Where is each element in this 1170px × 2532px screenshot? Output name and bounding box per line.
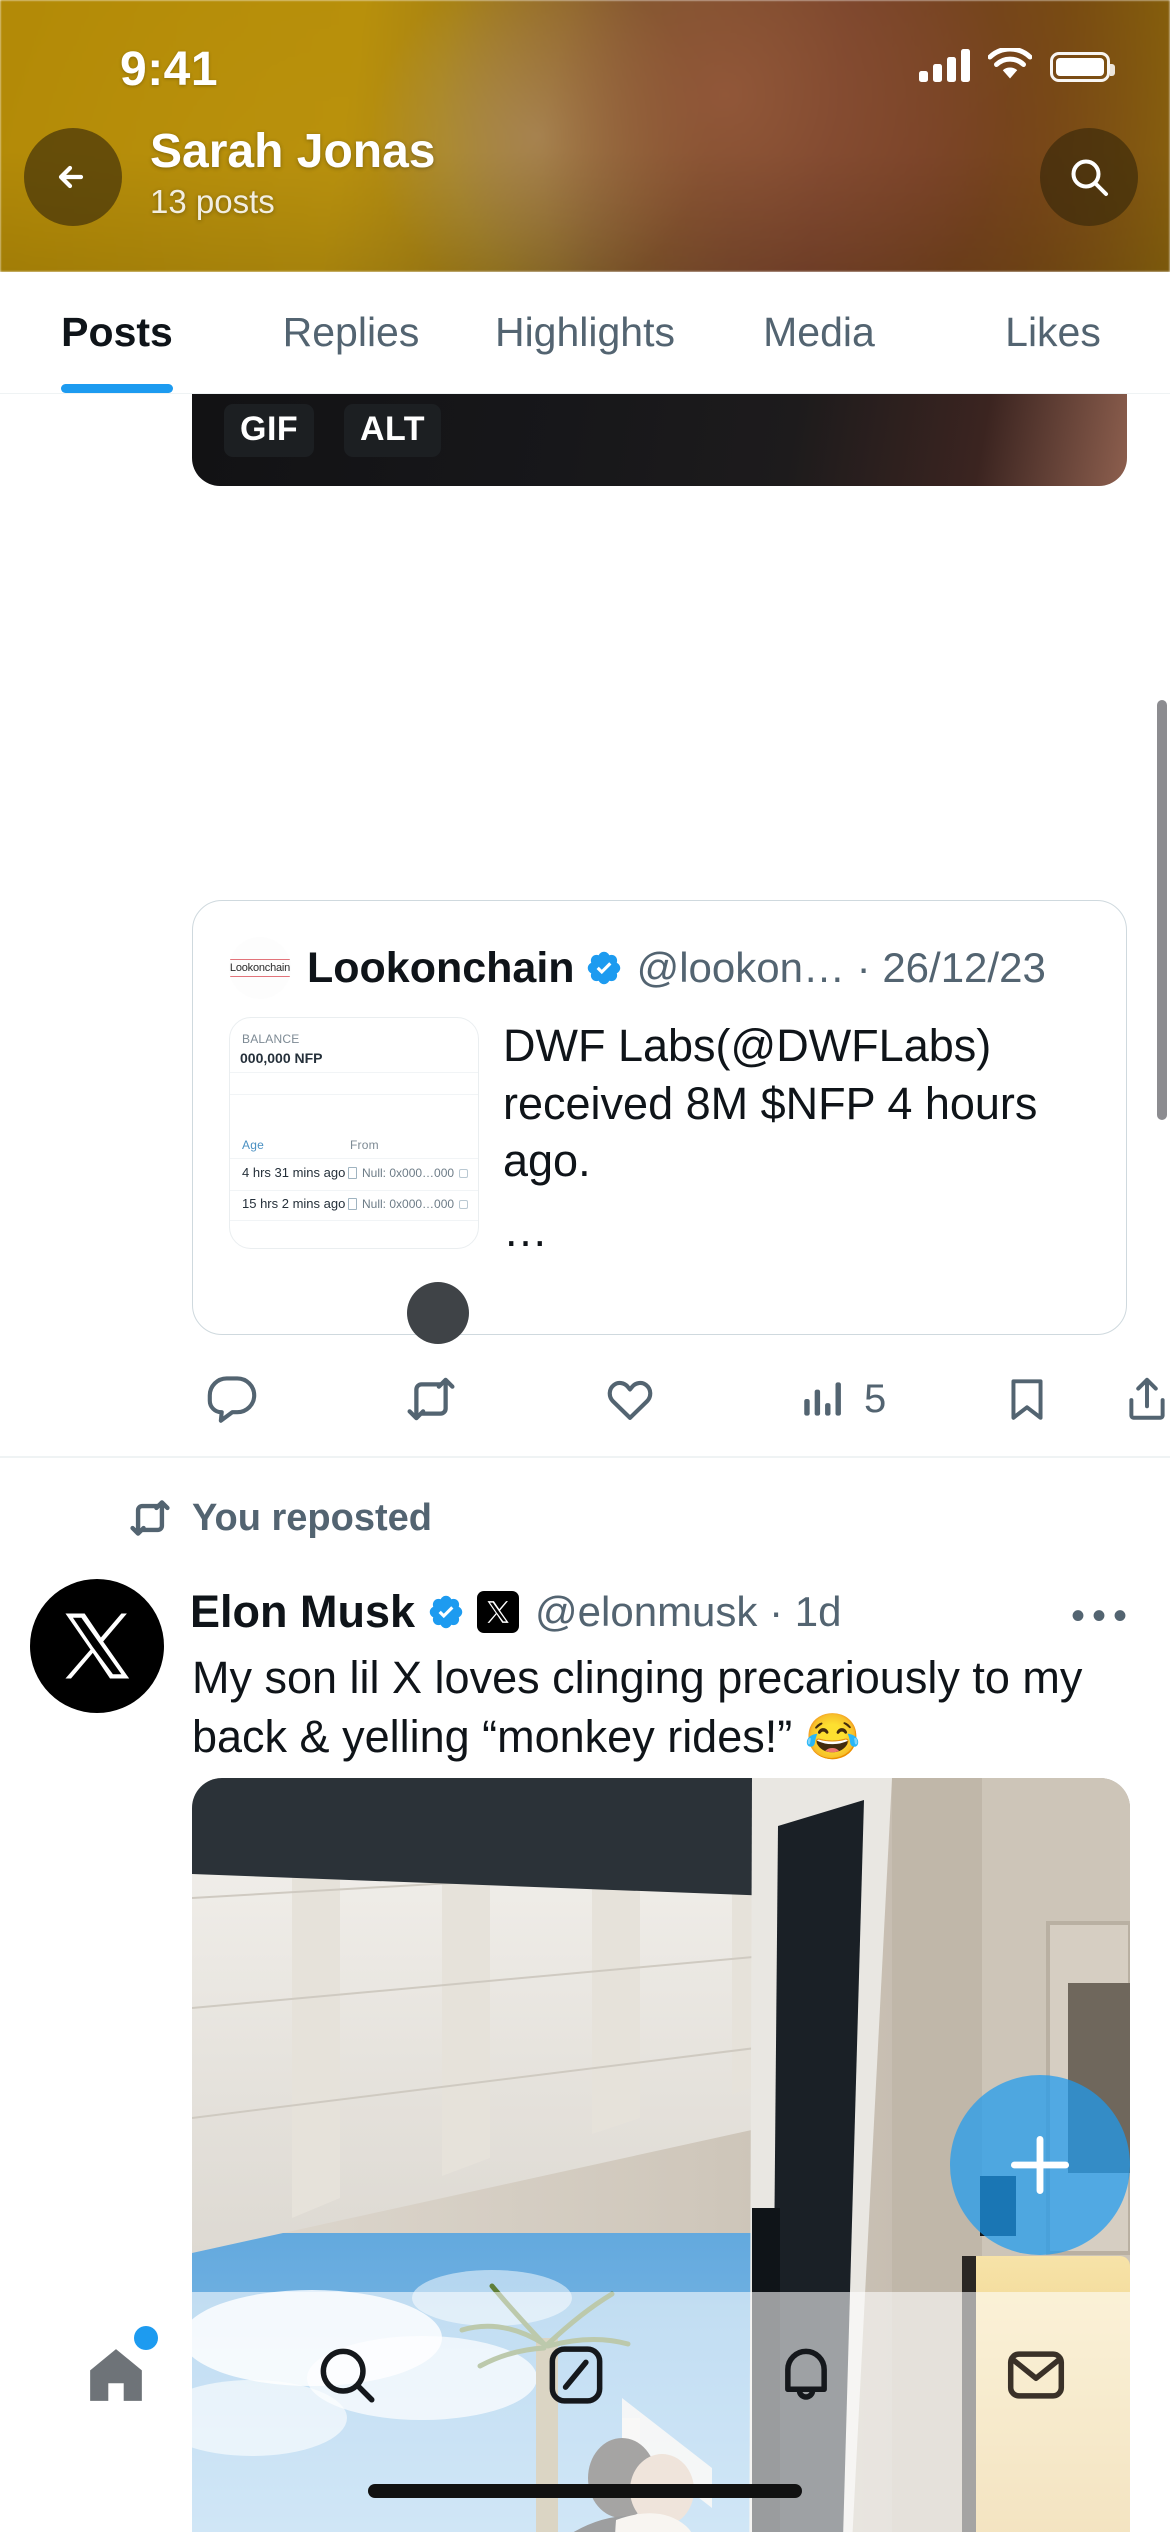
reply-icon [207,1376,257,1423]
thumb-row-from-1-text: Null: 0x000…000 [362,1197,455,1211]
envelope-icon [1007,2351,1065,2399]
share-icon [1129,1377,1165,1420]
alt-badge[interactable]: ALT [344,404,442,457]
profile-title-block: Sarah Jonas 13 posts [150,125,436,221]
gif-badge: GIF [224,404,315,457]
thumb-row-age-0: 4 hrs 31 mins ago [242,1165,346,1180]
screen-root: 9:41 Sarah Jonas 13 posts Posts Replies … [0,0,1170,2532]
document-icon [348,1167,357,1179]
author-display-name: Elon Musk [190,1586,416,1637]
post-action-bar: 5 [192,1354,1165,1444]
tab-replies[interactable]: Replies [234,272,468,393]
back-button[interactable] [24,128,122,226]
document-icon [348,1198,357,1210]
verified-badge-icon [429,1595,463,1629]
bookmark-icon [1011,1379,1043,1420]
nav-item-search[interactable] [277,2320,417,2430]
grok-icon [549,2346,603,2404]
more-options-icon[interactable]: ••• [1071,1594,1134,1639]
quoted-post-card[interactable]: Lookonchain Lookonchain @lookon… · 26/12… [192,900,1127,1335]
tab-media[interactable]: Media [702,272,936,393]
quoted-thumbnail[interactable]: BALANCE 000,000 NFP Age From 4 hrs 31 mi… [229,1017,479,1249]
search-button[interactable] [1040,128,1138,226]
views-button[interactable]: 5 [798,1374,886,1424]
thumb-row-from-0: Null: 0x000…000 [348,1166,469,1180]
repost-icon [130,1500,170,1536]
bookmark-button[interactable] [1002,1374,1052,1424]
home-badge-dot [134,2326,158,2350]
nav-item-home[interactable] [46,2320,186,2430]
quoted-post-body: BALANCE 000,000 NFP Age From 4 hrs 31 mi… [193,999,1126,1259]
home-indicator [368,2484,802,2498]
nav-item-grok[interactable] [506,2320,646,2430]
views-count: 5 [864,1376,887,1421]
tab-likes[interactable]: Likes [936,272,1170,393]
wifi-icon [987,46,1033,82]
copy-icon [459,1168,469,1178]
heart-icon [607,1380,653,1420]
quoted-post-header: Lookonchain Lookonchain @lookon… · 26/12… [193,901,1126,999]
touch-indicator [407,1282,469,1344]
bell-icon [785,2348,827,2400]
home-icon [90,2349,142,2401]
thumb-row-age-1: 15 hrs 2 mins ago [242,1196,346,1211]
quoted-avatar-label: Lookonchain [229,959,291,977]
battery-full-icon [1050,52,1115,82]
verified-badge-icon [587,951,620,985]
post-divider [0,1456,1170,1458]
thumb-col-from: From [350,1138,379,1152]
x-affiliate-badge-icon[interactable] [477,1591,520,1633]
quoted-avatar[interactable]: Lookonchain [229,937,291,999]
profile-post-count: 13 posts [150,182,275,220]
profile-name: Sarah Jonas [150,125,436,178]
thumb-row-from-1: Null: 0x000…000 [348,1197,469,1211]
quoted-display-name: Lookonchain [307,943,575,992]
signal-bars-icon [919,48,970,82]
thumb-balance-value: 000,000 NFP [240,1050,323,1066]
nav-item-messages[interactable] [966,2320,1106,2430]
partial-media-card[interactable]: GIF ALT [192,394,1127,486]
tab-highlights[interactable]: Highlights [468,272,702,393]
thumb-balance-label: BALANCE [242,1032,300,1046]
back-arrow-icon [58,165,84,189]
scrollbar-thumb[interactable] [1157,700,1167,1120]
repost-button[interactable] [404,1372,458,1426]
quoted-handle-date: @lookon… · 26/12/23 [637,944,1046,992]
like-button[interactable] [604,1373,656,1425]
bottom-nav-bar [0,2292,1170,2532]
x-logo-avatar [65,1613,130,1679]
quoted-handle: @lookon… [636,944,845,991]
author-timestamp: 1d [794,1588,842,1635]
profile-tabs: Posts Replies Highlights Media Likes [0,272,1170,394]
quoted-separator: · [856,944,871,991]
repost-icon [407,1377,455,1421]
analytics-icon [804,1382,841,1416]
author-handle: @elonmusk [535,1588,758,1635]
thumb-row-from-0-text: Null: 0x000…000 [362,1166,455,1180]
quoted-post-truncation[interactable]: … [503,1202,1126,1260]
profile-header: 9:41 Sarah Jonas 13 posts [0,0,1170,272]
compose-post-button[interactable] [950,2075,1130,2255]
status-bar: 9:41 [0,0,1170,100]
search-icon [1071,159,1108,196]
repost-author-row: Elon Musk @elonmusk · 1d [190,1586,841,1638]
repost-label: You reposted [192,1496,432,1539]
tab-posts[interactable]: Posts [0,272,234,393]
share-button[interactable] [1122,1374,1170,1424]
avatar[interactable] [30,1579,164,1713]
search-icon [320,2348,375,2403]
reply-button[interactable] [206,1373,258,1425]
status-bar-time: 9:41 [120,43,219,96]
quoted-post-text: DWF Labs(@DWFLabs) received 8M $NFP 4 ho… [503,1020,1038,1187]
nav-item-notifications[interactable] [736,2320,876,2430]
author-handle-time: @elonmusk · 1d [535,1588,841,1636]
copy-icon [459,1199,469,1209]
repost-context: You reposted [128,1496,432,1540]
quoted-date: 26/12/23 [882,944,1046,991]
plus-icon [1010,2135,1070,2195]
post-text: My son lil X loves clinging precariously… [192,1652,1083,1762]
thumb-col-age: Age [242,1138,264,1152]
author-separator: · [769,1588,784,1635]
